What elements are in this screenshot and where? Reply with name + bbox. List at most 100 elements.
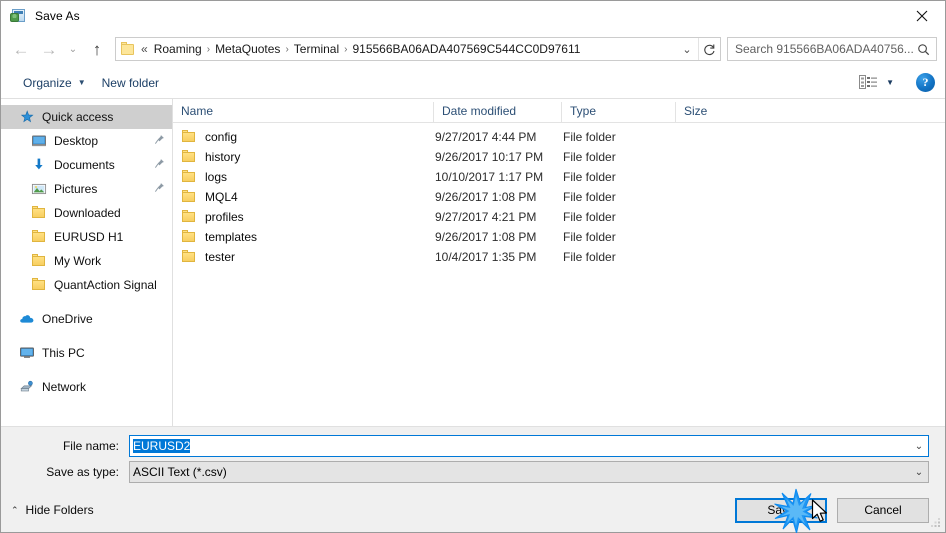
save-as-type-row: Save as type: ASCII Text (*.csv) ⌄ (17, 461, 929, 483)
file-name-value[interactable]: EURUSD2 (130, 439, 910, 453)
sidebar-item-desktop[interactable]: Desktop (1, 129, 172, 153)
table-row[interactable]: logs 10/10/2017 1:17 PM File folder (173, 167, 945, 187)
sidebar-item-label: This PC (42, 346, 85, 360)
navigation-sidebar: Quick access Desktop Documents Pictures … (1, 99, 173, 426)
sidebar-item-quantaction-signal[interactable]: QuantAction Signal (1, 273, 172, 297)
hide-folders-label: Hide Folders (25, 503, 94, 517)
file-type: File folder (563, 250, 616, 264)
window-title: Save As (35, 9, 80, 23)
file-name-cell: history (173, 149, 433, 165)
column-label: Size (684, 104, 708, 118)
help-button[interactable]: ? (916, 73, 935, 92)
folder-icon (181, 249, 197, 265)
new-folder-label: New folder (101, 75, 159, 90)
address-dropdown-button[interactable]: ⌄ (676, 38, 698, 60)
up-button[interactable]: ↑ (83, 35, 111, 63)
file-name-dropdown-button[interactable]: ⌄ (910, 436, 928, 456)
organize-button[interactable]: Organize ▼ (15, 72, 94, 94)
sidebar-item-documents[interactable]: Documents (1, 153, 172, 177)
table-row[interactable]: history 9/26/2017 10:17 PM File folder (173, 147, 945, 167)
column-header-name[interactable]: ⌃ Name (173, 102, 433, 122)
sidebar-item-network[interactable]: Network (1, 375, 172, 399)
file-type: File folder (563, 170, 616, 184)
column-header-date-modified[interactable]: Date modified (433, 102, 561, 122)
sidebar-item-onedrive[interactable]: OneDrive (1, 307, 172, 331)
save-as-type-dropdown-button[interactable]: ⌄ (910, 462, 928, 482)
breadcrumb-item-metaquotes[interactable]: MetaQuotes (211, 40, 284, 58)
table-row[interactable]: profiles 9/27/2017 4:21 PM File folder (173, 207, 945, 227)
sidebar-item-label: Quick access (42, 110, 114, 124)
pin-icon[interactable] (154, 134, 166, 148)
sidebar-divider (1, 365, 172, 375)
close-button[interactable] (899, 2, 945, 31)
refresh-button[interactable] (698, 38, 720, 60)
breadcrumb-item-instance-id[interactable]: 915566BA06ADA407569C544CC0D97611 (348, 40, 584, 58)
file-name-label: File name: (62, 439, 119, 453)
sidebar-item-this-pc[interactable]: This PC (1, 341, 172, 365)
file-date: 9/27/2017 4:44 PM (435, 130, 537, 144)
breadcrumb-item-terminal[interactable]: Terminal (290, 40, 343, 58)
hide-folders-button[interactable]: ⌃ Hide Folders (11, 503, 94, 517)
address-bar[interactable]: « Roaming › MetaQuotes › Terminal › 9155… (115, 37, 721, 61)
file-date: 10/10/2017 1:17 PM (435, 170, 544, 184)
breadcrumb-overflow[interactable]: « (139, 40, 150, 58)
recent-locations-button[interactable]: ⌄ (63, 35, 83, 63)
folder-icon (31, 277, 47, 293)
dialog-body: Quick access Desktop Documents Pictures … (1, 99, 945, 426)
back-arrow-icon: ← (12, 39, 30, 59)
sidebar-item-eurusd-h1[interactable]: EURUSD H1 (1, 225, 172, 249)
dialog-footer: ⌃ Hide Folders Save Cancel (1, 488, 945, 532)
file-name: tester (205, 250, 236, 264)
change-view-button[interactable] (855, 71, 882, 94)
column-header-size[interactable]: Size (675, 102, 755, 122)
refresh-icon (704, 43, 715, 55)
column-header-type[interactable]: Type (561, 102, 675, 122)
column-header-row: ⌃ Name Date modified Type Size (173, 99, 945, 123)
pictures-icon (31, 181, 47, 197)
forward-button[interactable]: → (35, 35, 63, 63)
file-type: File folder (563, 190, 616, 204)
table-row[interactable]: config 9/27/2017 4:44 PM File folder (173, 127, 945, 147)
sidebar-item-downloaded[interactable]: Downloaded (1, 201, 172, 225)
file-name-input[interactable]: EURUSD2 ⌄ (129, 435, 929, 457)
file-type: File folder (563, 130, 616, 144)
save-button-label: Save (767, 503, 795, 517)
breadcrumb-item-roaming[interactable]: Roaming (150, 40, 206, 58)
organize-label: Organize (23, 75, 72, 90)
table-row[interactable]: MQL4 9/26/2017 1:08 PM File folder (173, 187, 945, 207)
file-name-cell: templates (173, 229, 433, 245)
save-button[interactable]: Save (735, 497, 827, 523)
sidebar-item-label: QuantAction Signal (54, 278, 157, 292)
save-as-type-select[interactable]: ASCII Text (*.csv) ⌄ (129, 461, 929, 483)
table-row[interactable]: tester 10/4/2017 1:35 PM File folder (173, 247, 945, 267)
sidebar-item-label: Network (42, 380, 87, 394)
cancel-button[interactable]: Cancel (837, 497, 929, 523)
help-icon: ? (922, 75, 929, 89)
search-box[interactable]: Search 915566BA06ADA40756... (727, 37, 937, 61)
resize-grip-icon[interactable] (930, 517, 942, 529)
table-row[interactable]: templates 9/26/2017 1:08 PM File folder (173, 227, 945, 247)
new-folder-button[interactable]: New folder (94, 72, 167, 94)
pin-icon[interactable] (154, 182, 166, 196)
back-button[interactable]: ← (7, 35, 35, 63)
sidebar-item-label: Pictures (54, 182, 98, 196)
star-icon (19, 109, 35, 125)
search-input[interactable]: Search 915566BA06ADA40756... (735, 42, 914, 56)
sidebar-item-quick-access[interactable]: Quick access (1, 105, 172, 129)
command-bar: Organize ▼ New folder ▼ ? (1, 67, 945, 99)
file-name-selected-text: EURUSD2 (133, 439, 191, 453)
view-options-caret[interactable]: ▼ (884, 74, 902, 91)
file-date: 9/26/2017 10:17 PM (435, 150, 544, 164)
file-name-cell: config (173, 129, 433, 145)
folder-icon (181, 229, 197, 245)
cancel-button-label: Cancel (864, 503, 902, 517)
sidebar-item-my-work[interactable]: My Work (1, 249, 172, 273)
folder-icon (31, 205, 47, 221)
save-form: File name: EURUSD2 ⌄ Save as type: ASCII… (1, 426, 945, 488)
file-date: 10/4/2017 1:35 PM (435, 250, 537, 264)
file-type: File folder (563, 210, 616, 224)
sidebar-item-pictures[interactable]: Pictures (1, 177, 172, 201)
file-name-cell: profiles (173, 209, 433, 225)
pin-icon[interactable] (154, 158, 166, 172)
sidebar-item-label: Downloaded (54, 206, 121, 220)
